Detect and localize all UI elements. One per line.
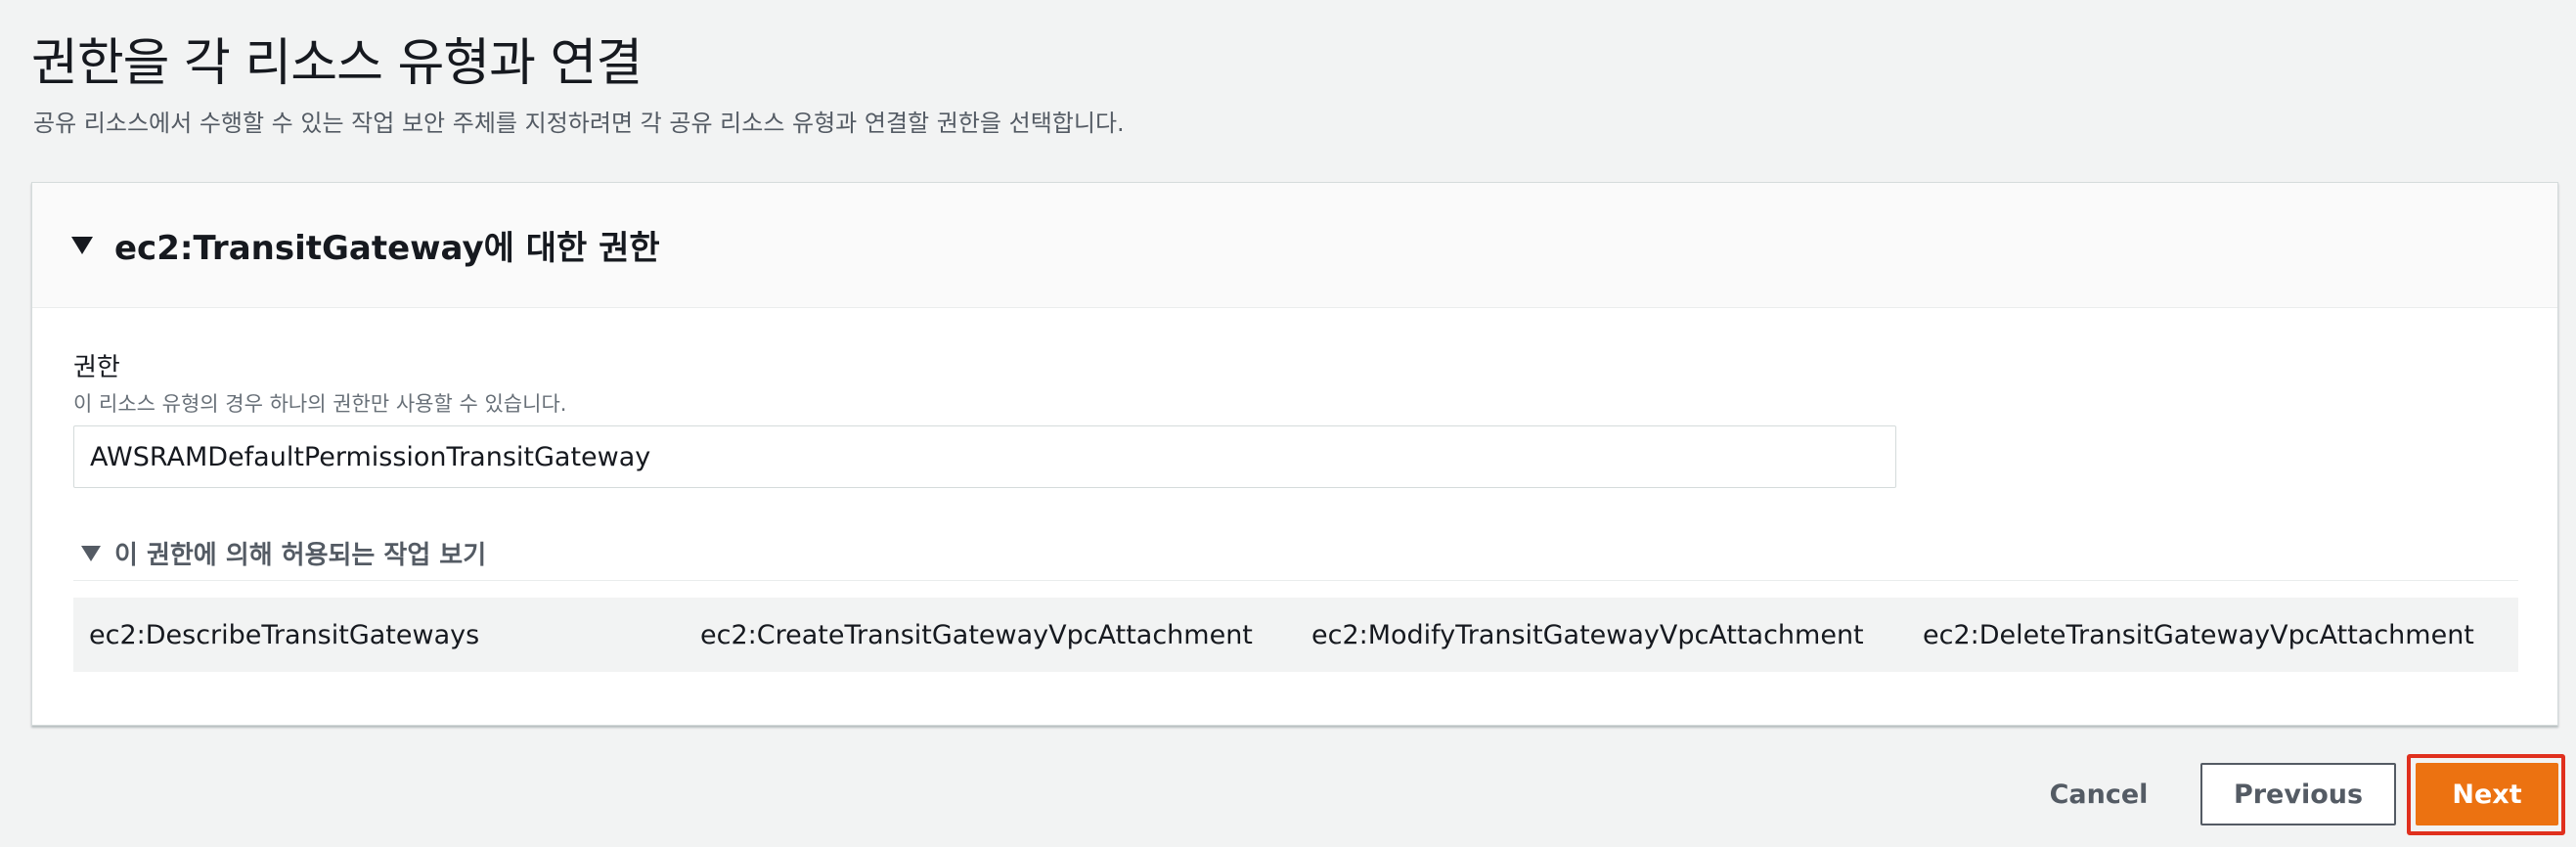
action-item: ec2:CreateTransitGatewayVpcAttachment — [700, 619, 1253, 650]
caret-down-icon — [71, 236, 93, 254]
page: 권한을 각 리소스 유형과 연결 공유 리소스에서 수행할 수 있는 작업 보안… — [0, 0, 2576, 847]
panel-title: ec2:TransitGateway에 대한 권한 — [114, 229, 660, 268]
permission-panel: ec2:TransitGateway에 대한 권한 권한 이 리소스 유형의 경… — [31, 182, 2558, 726]
permission-description: 이 리소스 유형의 경우 하나의 권한만 사용할 수 있습니다. — [73, 392, 567, 416]
permission-value: AWSRAMDefaultPermissionTransitGateway — [90, 441, 651, 472]
permission-select[interactable]: AWSRAMDefaultPermissionTransitGateway — [73, 425, 1896, 488]
permission-label: 권한 — [73, 353, 120, 382]
actions-expand-toggle[interactable]: 이 권한에 의해 허용되는 작업 보기 — [81, 535, 486, 571]
cancel-button[interactable]: Cancel — [2030, 763, 2167, 825]
divider — [73, 580, 2518, 581]
previous-button[interactable]: Previous — [2200, 763, 2396, 825]
page-description: 공유 리소스에서 수행할 수 있는 작업 보안 주체를 지정하려면 각 공유 리… — [33, 110, 1125, 137]
action-item: ec2:ModifyTransitGatewayVpcAttachment — [1311, 619, 1864, 650]
actions-list: ec2:DescribeTransitGateways ec2:CreateTr… — [73, 598, 2518, 672]
panel-header-toggle[interactable]: ec2:TransitGateway에 대한 권한 — [32, 183, 2557, 308]
actions-toggle-label: 이 권한에 의해 허용되는 작업 보기 — [114, 541, 487, 570]
action-item: ec2:DeleteTransitGatewayVpcAttachment — [1923, 619, 2474, 650]
action-item: ec2:DescribeTransitGateways — [89, 619, 480, 650]
next-button-highlight — [2407, 754, 2565, 835]
page-title: 권한을 각 리소스 유형과 연결 — [31, 34, 643, 93]
caret-down-icon — [81, 545, 101, 561]
